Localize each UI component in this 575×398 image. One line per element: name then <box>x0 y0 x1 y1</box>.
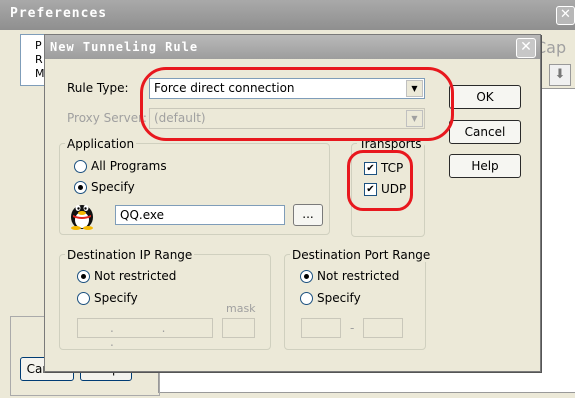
port-range-dash: - <box>350 321 355 335</box>
ip-separators: . . . <box>110 321 188 349</box>
port-from-input[interactable] <box>301 318 341 338</box>
dest-port-specify-radio[interactable] <box>300 292 313 305</box>
dest-port-not-restricted-label: Not restricted <box>317 269 400 283</box>
dialog-close-icon[interactable]: ✕ <box>516 38 536 58</box>
preferences-title: Preferences <box>10 6 108 21</box>
tree-item[interactable]: P <box>35 39 42 52</box>
help-button[interactable]: Help <box>449 154 521 178</box>
proxy-server-label: Proxy Server: <box>67 111 147 125</box>
dest-port-group-title: Destination Port Range <box>290 248 433 262</box>
transports-highlight <box>347 150 413 211</box>
application-group-title: Application <box>65 137 137 151</box>
dest-ip-group-title: Destination IP Range <box>65 248 195 262</box>
dest-ip-not-restricted-label: Not restricted <box>94 269 177 283</box>
program-path-input[interactable]: QQ.exe <box>115 205 285 225</box>
all-programs-label: All Programs <box>91 159 167 173</box>
dest-ip-specify-label: Specify <box>94 291 138 305</box>
move-down-icon[interactable]: ⬇ <box>549 64 571 86</box>
rule-type-label: Rule Type: <box>67 81 129 95</box>
browse-button[interactable]: ... <box>293 204 323 226</box>
dest-ip-input[interactable]: . . . <box>77 318 213 349</box>
qq-penguin-icon <box>71 205 93 230</box>
dest-ip-mask-input[interactable] <box>222 318 255 338</box>
dialog-title: New Tunneling Rule <box>50 40 199 54</box>
dest-port-not-restricted-radio[interactable] <box>300 270 313 283</box>
tree-item[interactable]: R <box>35 53 43 66</box>
all-programs-radio[interactable] <box>74 160 87 173</box>
mask-label: mask <box>226 302 256 315</box>
dest-ip-not-restricted-radio[interactable] <box>77 270 90 283</box>
specify-program-radio[interactable] <box>74 181 87 194</box>
dest-port-specify-label: Specify <box>317 291 361 305</box>
cancel-button[interactable]: Cancel <box>449 120 521 144</box>
port-to-input[interactable] <box>363 318 403 338</box>
program-path-value: QQ.exe <box>120 208 164 222</box>
rule-type-highlight <box>140 67 454 141</box>
preferences-close-icon[interactable]: ✕ <box>556 6 575 25</box>
dest-ip-specify-radio[interactable] <box>77 292 90 305</box>
ok-button[interactable]: OK <box>449 85 521 109</box>
specify-program-label: Specify <box>91 180 135 194</box>
